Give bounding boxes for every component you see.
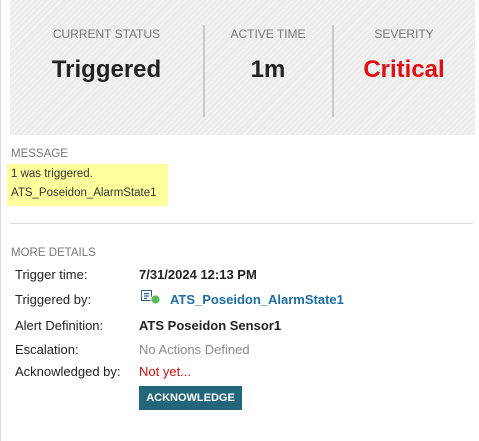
escalation-value: No Actions Defined <box>139 342 250 357</box>
current-status-value: Triggered <box>51 56 162 83</box>
left-border <box>0 0 1 441</box>
trigger-time-label: Trigger time: <box>15 267 88 282</box>
acknowledge-button[interactable]: ACKNOWLEDGE <box>139 386 242 410</box>
severity-label: SEVERITY <box>374 27 434 41</box>
sensor-status-icon <box>139 289 163 305</box>
escalation-label: Escalation: <box>15 342 79 357</box>
severity-value: Critical <box>363 56 445 83</box>
message-text-line: ATS_Poseidon_AlarmState1 <box>11 187 157 199</box>
triggered-by-link[interactable]: ATS_Poseidon_AlarmState1 <box>170 292 344 307</box>
acknowledged-by-value: Not yet... <box>139 364 192 379</box>
severity-block: SEVERITY Critical <box>333 0 475 135</box>
status-summary-panel: CURRENT STATUS Triggered ACTIVE TIME 1m … <box>10 0 475 135</box>
current-status-label: CURRENT STATUS <box>52 27 161 41</box>
triggered-by-label: Triggered by: <box>15 292 92 307</box>
acknowledged-by-label: Acknowledged by: <box>15 364 121 379</box>
trigger-time-value: 7/31/2024 12:13 PM <box>139 267 257 282</box>
active-time-value: 1m <box>250 56 286 83</box>
active-time-block: ACTIVE TIME 1m <box>204 0 332 135</box>
current-status-block: CURRENT STATUS Triggered <box>10 0 203 135</box>
active-time-label: ACTIVE TIME <box>230 27 306 41</box>
section-divider <box>10 223 473 224</box>
alert-definition-label: Alert Definition: <box>15 318 104 333</box>
message-section-label: MESSAGE <box>11 148 68 160</box>
message-text-line: 1 was triggered. <box>11 168 93 180</box>
more-details-section-label: MORE DETAILS <box>11 247 96 259</box>
alert-definition-value: ATS Poseidon Sensor1 <box>139 318 282 333</box>
